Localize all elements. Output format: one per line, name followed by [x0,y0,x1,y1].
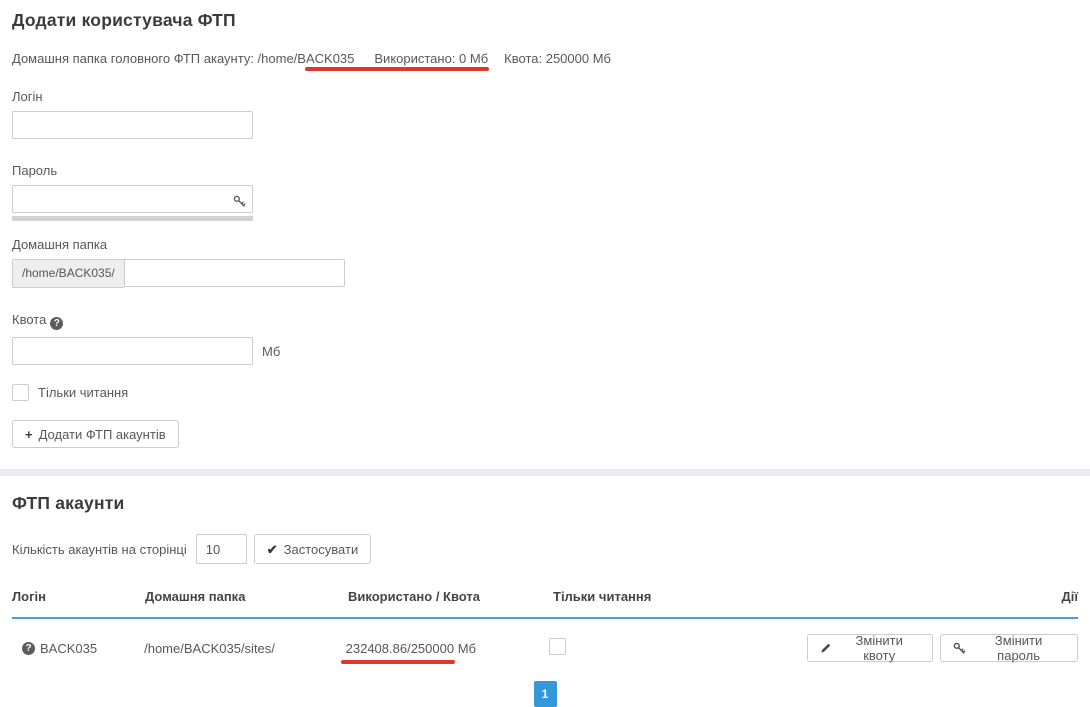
home-folder-label: Домашня папка [12,237,1078,252]
table-row: ? BACK035 /home/BACK035/sites/ 232408.86… [12,619,1078,674]
quota-field-group: Квота? Мб [12,312,1078,365]
per-page-row: Кількість акаунтів на сторінці ✔ Застосу… [12,534,1078,564]
apply-button[interactable]: ✔ Застосувати [254,534,371,564]
change-quota-button[interactable]: Змінити квоту [807,634,933,662]
cell-readonly [549,638,807,658]
change-password-button[interactable]: Змінити пароль [940,634,1078,662]
key-icon [953,642,966,655]
ftp-accounts-section: ФТП акаунти Кількість акаунтів на сторін… [0,476,1090,707]
header-login: Логін [12,589,145,604]
per-page-label: Кількість акаунтів на сторінці [12,542,187,557]
header-actions: Дії [1061,589,1078,604]
cell-actions: Змінити квоту Змінити пароль [807,634,1078,662]
quota-label: Квота? [12,312,1078,330]
header-readonly: Тільки читання [553,589,813,604]
accounts-table: Логін Домашня папка Використано / Квота … [12,583,1078,674]
question-help-icon[interactable]: ? [22,642,35,655]
cell-login: ? BACK035 [12,641,144,656]
pagination: 1 [12,681,1078,707]
account-info-line: Домашня папка головного ФТП акаунту: /ho… [12,51,1078,66]
readonly-label: Тільки читання [38,385,128,400]
login-input[interactable] [12,111,253,139]
row-readonly-checkbox[interactable] [549,638,566,655]
password-input[interactable] [12,185,253,213]
readonly-checkbox-row: Тільки читання [12,384,1078,401]
quota-input[interactable] [12,337,253,365]
used-text: Використано: 0 Мб [374,51,488,66]
login-field-group: Логін [12,89,1078,139]
pencil-icon [820,642,832,654]
password-strength-bar [12,216,253,221]
quota-unit-label: Мб [262,344,280,359]
home-folder-prefix: /home/BACK035/ [12,259,124,288]
home-folder-input[interactable] [124,259,345,287]
key-icon[interactable] [233,193,246,206]
question-help-icon[interactable]: ? [50,317,63,330]
per-page-input[interactable] [196,534,247,564]
page-title: Додати користувача ФТП [12,10,1078,31]
check-icon: ✔ [267,543,278,556]
red-underline-annotation [305,67,489,71]
readonly-checkbox[interactable] [12,384,29,401]
accounts-section-title: ФТП акаунти [12,493,1078,514]
main-home-folder-text: Домашня папка головного ФТП акаунту: /ho… [12,51,354,66]
section-separator [0,469,1090,476]
password-label: Пароль [12,163,1078,178]
login-label: Логін [12,89,1078,104]
plus-icon: + [25,428,33,441]
password-field-group: Пароль [12,163,1078,221]
pagination-page-1[interactable]: 1 [534,681,557,707]
home-folder-field-group: Домашня папка /home/BACK035/ [12,237,1078,288]
quota-text: Квота: 250000 Мб [504,51,611,66]
add-ftp-accounts-button[interactable]: + Додати ФТП акаунтів [12,420,179,448]
cell-used-quota: 232408.86/250000 Мб [346,641,550,656]
cell-home-folder: /home/BACK035/sites/ [144,641,346,656]
header-home-folder: Домашня папка [145,589,348,604]
header-used-quota: Використано / Квота [348,589,553,604]
add-ftp-user-section: Додати користувача ФТП Домашня папка гол… [0,0,1090,448]
table-header-row: Логін Домашня папка Використано / Квота … [12,583,1078,619]
red-underline-annotation [341,660,455,665]
